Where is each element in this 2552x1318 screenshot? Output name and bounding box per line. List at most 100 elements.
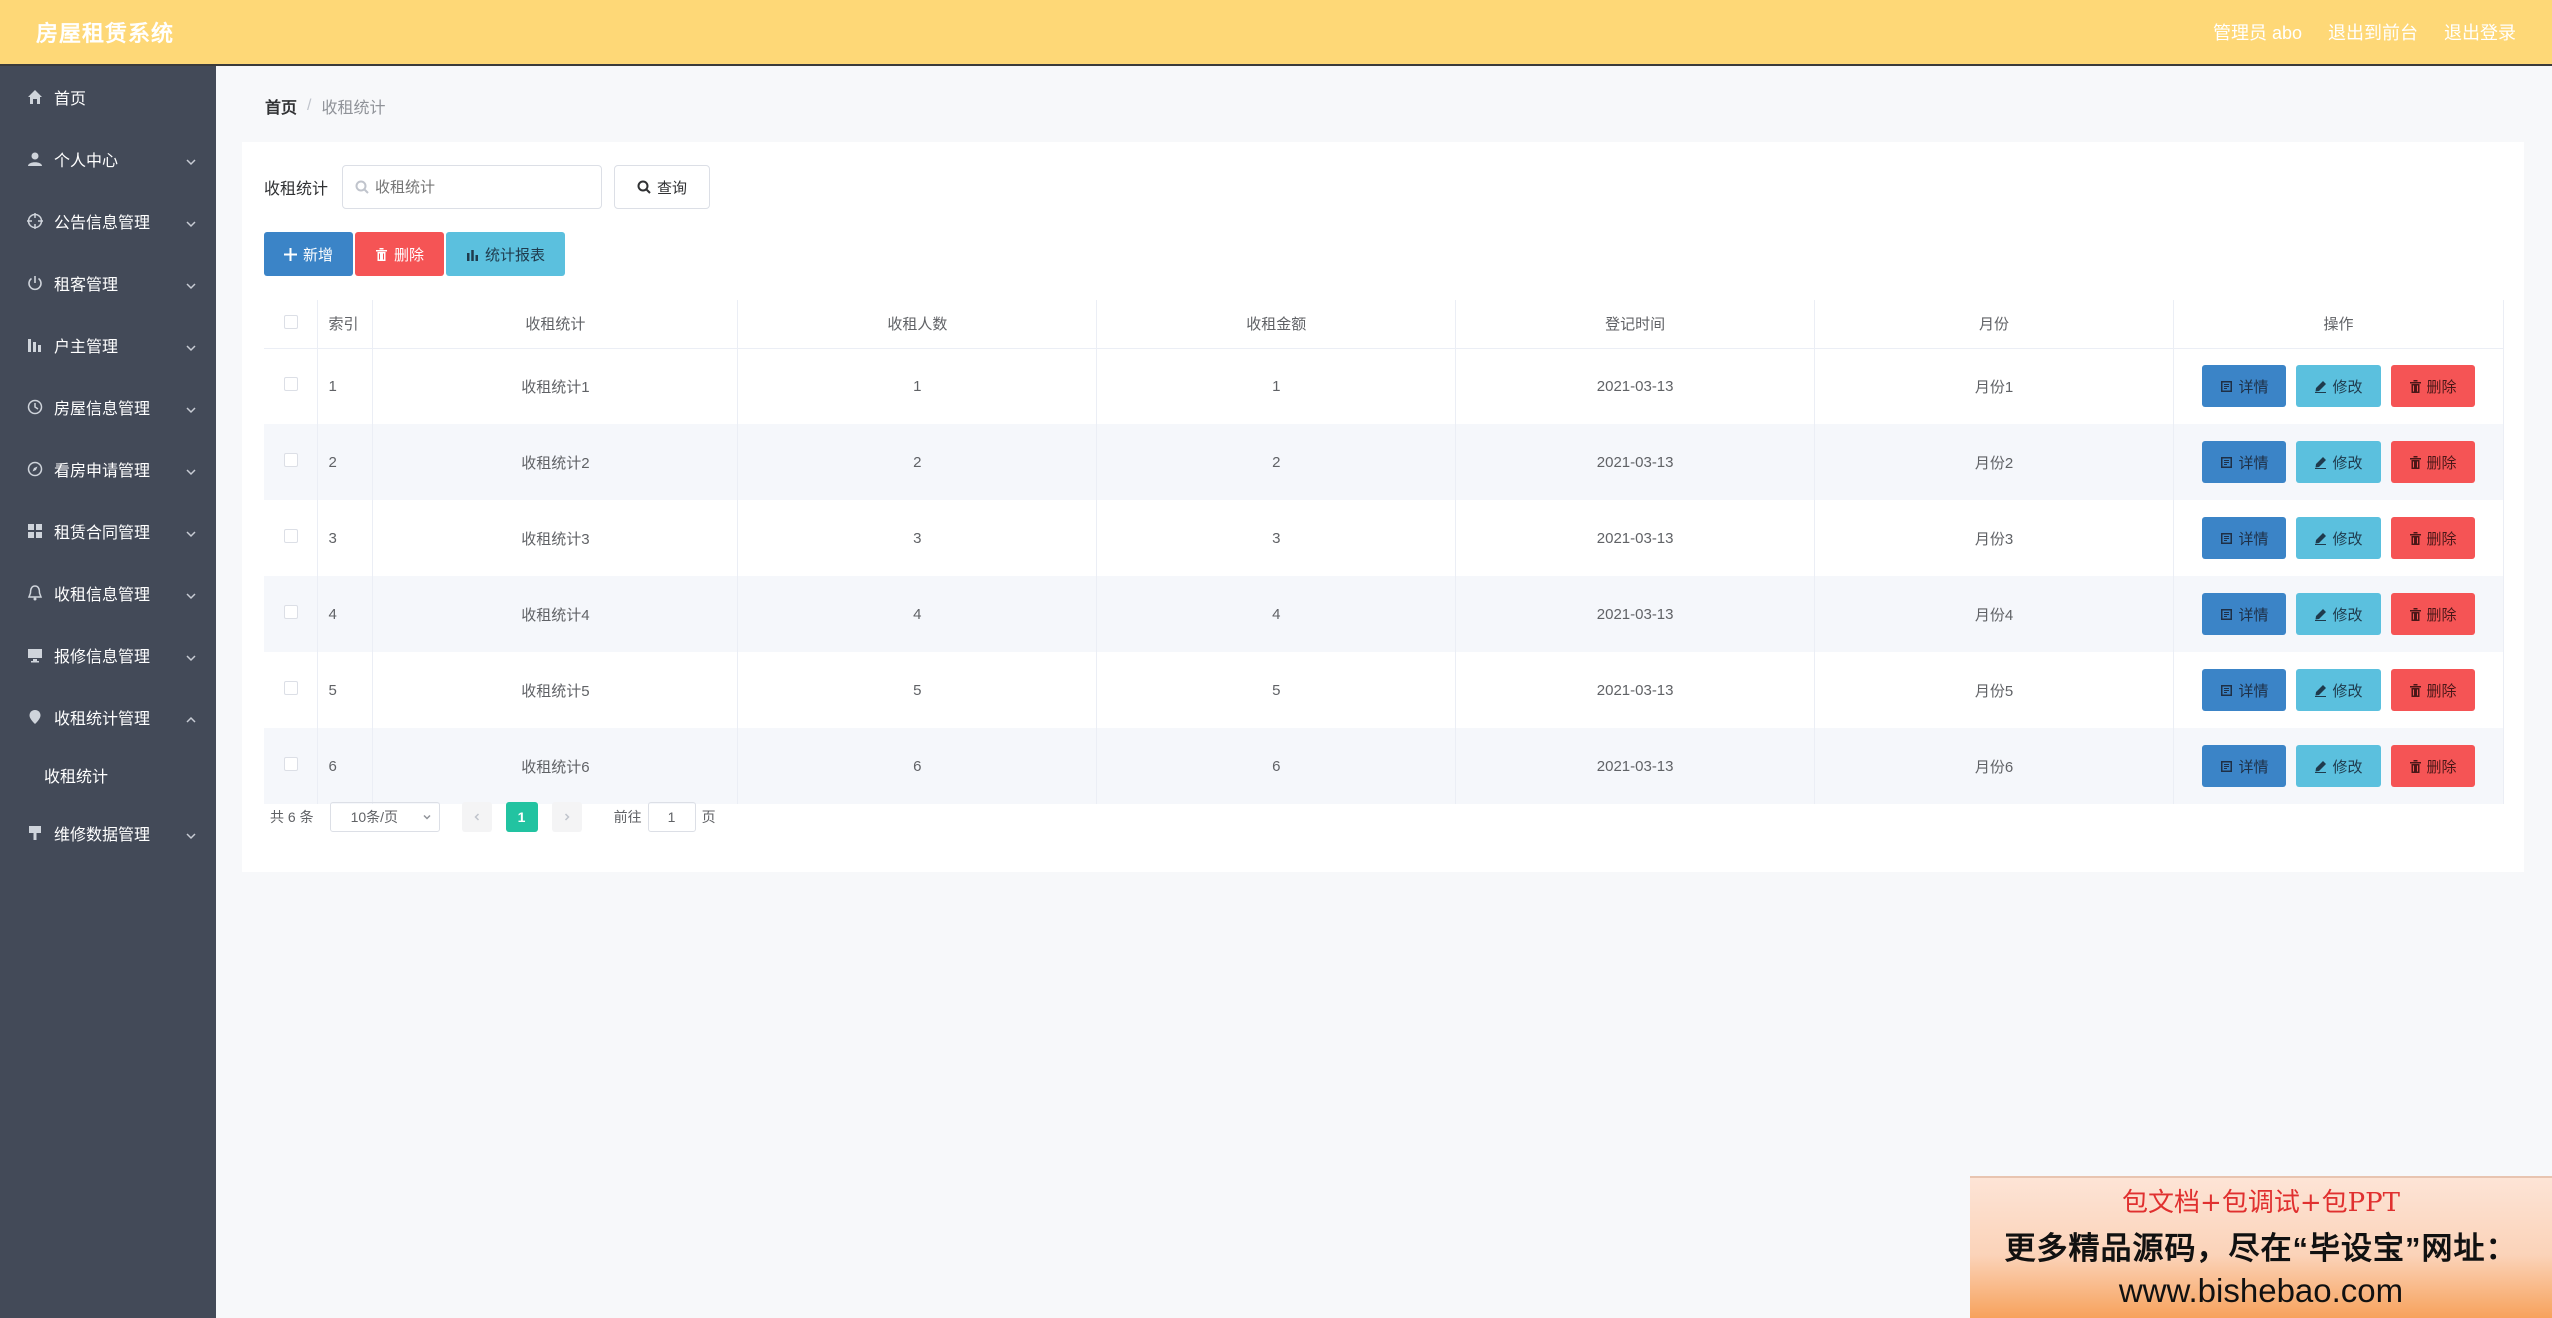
sidebar-item-label: 维修数据管理 xyxy=(54,827,151,844)
search-button-label: 查询 xyxy=(657,179,688,197)
select-all-checkbox[interactable] xyxy=(283,314,298,329)
batch-delete-button[interactable]: 删除 xyxy=(355,232,445,276)
search-input[interactable] xyxy=(375,178,596,196)
delete-label: 删除 xyxy=(2426,378,2457,396)
current-page-button[interactable]: 1 xyxy=(505,802,538,832)
edit-icon xyxy=(2315,456,2327,469)
edit-button[interactable]: 修改 xyxy=(2296,669,2381,711)
cell-time: 2021-03-13 xyxy=(1455,652,1816,728)
to-front-link[interactable]: 退出到前台 xyxy=(2328,19,2418,45)
promo-banner: 包文档+包调试+包PPT 更多精品源码，尽在“毕设宝”网址： www.bishe… xyxy=(1970,1176,2552,1318)
detail-button[interactable]: 详情 xyxy=(2202,365,2287,408)
sidebar-item-house[interactable]: 房屋信息管理 xyxy=(0,376,216,438)
sidebar-item-label: 户主管理 xyxy=(54,339,119,356)
edit-button[interactable]: 修改 xyxy=(2296,365,2381,408)
delete-label: 删除 xyxy=(2426,454,2457,472)
document-icon xyxy=(2221,608,2233,620)
breadcrumb-home[interactable]: 首页 xyxy=(265,94,297,118)
cell-name: 收租统计2 xyxy=(372,424,739,500)
add-button[interactable]: 新增 xyxy=(264,232,354,276)
search-input-wrapper[interactable] xyxy=(342,165,603,209)
cell-name: 收租统计5 xyxy=(372,652,739,728)
monitor-icon xyxy=(26,646,44,664)
goto-page-input[interactable]: 1 xyxy=(647,802,696,832)
delete-button[interactable]: 删除 xyxy=(2390,669,2475,711)
prev-page-button[interactable] xyxy=(461,802,492,832)
row-checkbox[interactable] xyxy=(283,529,298,543)
next-page-button[interactable] xyxy=(551,802,582,832)
row-checkbox[interactable] xyxy=(283,377,298,392)
row-checkbox[interactable] xyxy=(283,681,298,695)
delete-button[interactable]: 删除 xyxy=(2390,365,2475,408)
delete-button[interactable]: 删除 xyxy=(2390,745,2475,787)
home-icon xyxy=(26,88,44,106)
cell-amount: 4 xyxy=(1096,576,1457,652)
row-checkbox[interactable] xyxy=(283,453,298,467)
edit-icon xyxy=(2315,760,2327,773)
search-button[interactable]: 查询 xyxy=(614,165,711,209)
search-bar: 收租统计 查询 xyxy=(264,165,711,209)
bars-icon xyxy=(26,336,44,354)
sidebar-subitem-rent-stats[interactable]: 收租统计 xyxy=(0,748,216,802)
edit-button[interactable]: 修改 xyxy=(2296,441,2381,483)
cell-amount: 5 xyxy=(1096,652,1457,728)
cell-count: 2 xyxy=(737,424,1098,500)
cell-amount: 1 xyxy=(1096,348,1457,424)
cell-month: 月份3 xyxy=(1814,500,2174,576)
sidebar-item-label: 租赁合同管理 xyxy=(54,525,151,542)
delete-button[interactable]: 删除 xyxy=(2390,517,2475,559)
cell-time: 2021-03-13 xyxy=(1455,500,1816,576)
sidebar-item-viewing[interactable]: 看房申请管理 xyxy=(0,438,216,500)
stats-report-button[interactable]: 统计报表 xyxy=(446,232,566,276)
chevron-up-icon xyxy=(186,712,196,723)
document-icon xyxy=(2221,532,2233,544)
sidebar-item-tenant[interactable]: 租客管理 xyxy=(0,252,216,314)
cell-month: 月份5 xyxy=(1814,652,2174,728)
detail-label: 详情 xyxy=(2238,530,2269,548)
sidebar-item-personal-center[interactable]: 个人中心 xyxy=(0,128,216,190)
sidebar-item-contract[interactable]: 租赁合同管理 xyxy=(0,500,216,562)
chevron-down-icon xyxy=(186,526,196,538)
logout-link[interactable]: 退出登录 xyxy=(2444,19,2516,45)
edit-button[interactable]: 修改 xyxy=(2296,593,2381,635)
goto-page: 前往 1 页 xyxy=(614,802,716,832)
cell-ops: 详情 修改 删除 xyxy=(2173,500,2504,576)
edit-label: 修改 xyxy=(2332,454,2363,472)
sidebar-item-owner[interactable]: 户主管理 xyxy=(0,314,216,376)
sidebar-item-rent-stats[interactable]: 收租统计管理 xyxy=(0,686,216,748)
sidebar-item-repair-info[interactable]: 报修信息管理 xyxy=(0,624,216,686)
sidebar-item-home[interactable]: 首页 xyxy=(0,66,216,128)
sidebar-item-rent-info[interactable]: 收租信息管理 xyxy=(0,562,216,624)
cell-month: 月份4 xyxy=(1814,576,2174,652)
detail-button[interactable]: 详情 xyxy=(2202,745,2287,787)
edit-label: 修改 xyxy=(2332,606,2363,624)
search-icon xyxy=(637,180,651,194)
sidebar-item-notice[interactable]: 公告信息管理 xyxy=(0,190,216,252)
table-row: 4 收租统计4 4 4 2021-03-13 月份4 详情 修改 删除 xyxy=(264,576,2504,652)
header-links: 管理员 abo 退出到前台 退出登录 xyxy=(2213,19,2516,45)
cell-count: 6 xyxy=(737,728,1098,804)
delete-button[interactable]: 删除 xyxy=(2390,593,2475,635)
row-checkbox[interactable] xyxy=(283,605,298,619)
user-icon xyxy=(26,150,44,168)
header-index: 索引 xyxy=(317,300,374,349)
edit-label: 修改 xyxy=(2332,378,2363,396)
detail-button[interactable]: 详情 xyxy=(2202,593,2287,635)
page-size-select[interactable]: 10条/页 xyxy=(329,802,440,832)
sidebar-item-maintenance[interactable]: 维修数据管理 xyxy=(0,802,216,864)
edit-button[interactable]: 修改 xyxy=(2296,517,2381,559)
trash-icon xyxy=(2409,607,2421,621)
detail-button[interactable]: 详情 xyxy=(2202,517,2287,559)
cell-ops: 详情 修改 删除 xyxy=(2173,424,2504,500)
detail-button[interactable]: 详情 xyxy=(2202,669,2287,711)
delete-button[interactable]: 删除 xyxy=(2390,441,2475,483)
row-select-cell xyxy=(264,652,319,728)
cell-name: 收租统计6 xyxy=(372,728,739,804)
row-checkbox[interactable] xyxy=(283,757,298,771)
edit-button[interactable]: 修改 xyxy=(2296,745,2381,787)
promo-line-2: 更多精品源码，尽在“毕设宝”网址： xyxy=(2004,1231,2518,1266)
breadcrumb: 首页 / 收租统计 xyxy=(265,94,385,118)
edit-label: 修改 xyxy=(2332,682,2363,700)
chevron-down-icon xyxy=(186,340,196,352)
detail-button[interactable]: 详情 xyxy=(2202,441,2287,483)
